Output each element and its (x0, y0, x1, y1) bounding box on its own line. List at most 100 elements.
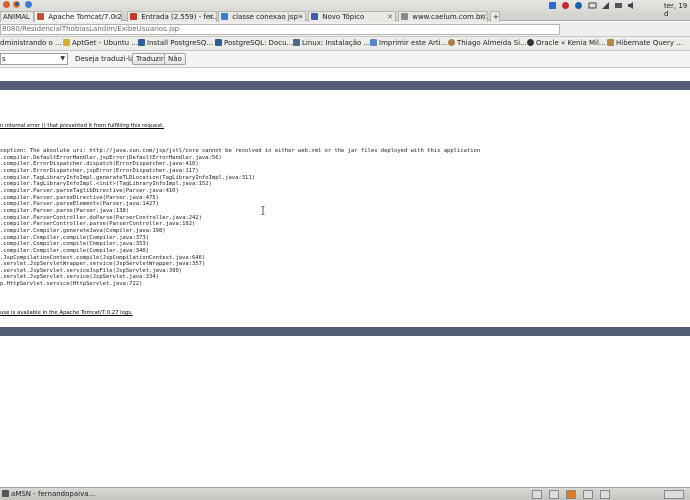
gmail-icon (130, 13, 137, 20)
tomcat-icon (37, 13, 44, 20)
bookmark-label: AptGet - Ubuntu ... (72, 39, 138, 47)
stack-trace-line: .compiler.DefaultErrorHandler.jspError(D… (0, 154, 222, 161)
text-cursor-icon (261, 206, 265, 215)
bookmark-label: PostgreSQL: Docu... (224, 39, 294, 47)
page-icon (401, 13, 408, 20)
postgres-icon (215, 39, 222, 46)
firefox-icon[interactable] (12, 0, 21, 11)
stack-trace-line: .compiler.Compiler.generateJava(Compiler… (0, 227, 166, 234)
mail-icon[interactable] (588, 1, 597, 12)
bookmark-item[interactable]: Thiago Almeida Si... (448, 39, 527, 48)
footer-band (0, 327, 690, 336)
volume-icon[interactable] (627, 1, 636, 12)
url-field[interactable]: 8080/ResidencialThobiasLandim/ExibeUsuar… (0, 24, 560, 35)
stack-trace-line: .compiler.Compiler.compile(Compiler.java… (0, 234, 150, 241)
stack-trace-line: .compiler.Parser.parse(Parser.java:138) (0, 207, 130, 214)
bookmark-item[interactable]: PostgreSQL: Docu... (215, 39, 293, 48)
stack-trace-line: .compiler.ErrorDispatcher.jspError(Error… (0, 167, 199, 174)
show-desktop-icon[interactable] (532, 490, 542, 499)
taskbar-item[interactable]: aMSN - fernandopaiva... (2, 490, 95, 500)
bookmark-label: Oracle « Kenia Mil... (536, 39, 606, 47)
firefox-taskbar-icon[interactable] (566, 490, 576, 499)
close-tab-icon[interactable]: ✕ (479, 13, 485, 21)
stack-trace-line: .compiler.Parser.parseTaglibDirective(Pa… (0, 187, 179, 194)
stack-trace-line: .JspCompilationContext.compile(JspCompil… (0, 254, 206, 261)
translate-button[interactable]: Traduzir (132, 53, 168, 65)
bookmark-item[interactable]: Hibernate Query ... (607, 39, 683, 48)
translate-bar: s ▼ Deseja traduzi-la? Traduzir Não (0, 51, 690, 68)
stack-trace-line: ception: The absolute uri: http://java.s… (0, 148, 481, 154)
stack-trace-line: .compiler.Parser.parseElements(Parser.ja… (0, 201, 159, 208)
bookmark-label: Imprimir este Arti... (379, 39, 448, 47)
root-cause-note: use is available in the Apache Tomcat/7.… (0, 310, 133, 316)
bookmarks-bar: dministrando o ... AptGet - Ubuntu ... I… (0, 37, 690, 51)
stack-trace-line: .servlet.JspServlet.service(JspServlet.j… (0, 274, 159, 281)
bookmark-label: Linux: Instalação ... (302, 39, 371, 47)
bookmark-item[interactable]: Install PostgreSQ... (138, 39, 213, 48)
hibernate-icon (607, 39, 614, 46)
tab-label: www.caelum.com.br/... (412, 13, 488, 21)
exception-trace: ception: The absolute uri: http://java.s… (0, 148, 480, 288)
tab-label: Apache Tomcat/7.0.2... (48, 13, 122, 21)
taskbar: aMSN - fernandopaiva... (0, 487, 690, 500)
bookmark-item[interactable]: AptGet - Ubuntu ... (63, 39, 138, 48)
window-icon[interactable] (600, 490, 610, 499)
app-menu-icon[interactable] (2, 0, 11, 11)
bookmark-label: Install PostgreSQ... (147, 39, 214, 47)
stack-trace-line: .compiler.Compiler.compile(Compiler.java… (0, 241, 150, 248)
network-icon[interactable] (601, 1, 610, 12)
stop-icon[interactable] (561, 1, 570, 12)
stack-trace-line: .servlet.JspServletWrapper.service(JspSe… (0, 261, 206, 268)
taskbar-item-label: aMSN - fernandopaiva... (11, 490, 96, 498)
no-button[interactable]: Não (164, 53, 186, 65)
page-icon (311, 13, 318, 20)
avatar-icon (448, 39, 455, 46)
translate-question: Deseja traduzi-la? (75, 55, 138, 63)
bookmark-item[interactable]: Linux: Instalação ... (293, 39, 370, 48)
language-select[interactable]: s ▼ (0, 53, 68, 65)
hp-icon[interactable] (574, 1, 583, 12)
bookmark-item[interactable]: dministrando o ... (0, 39, 62, 48)
header-band (0, 81, 690, 90)
clock[interactable]: ter, 19 d (664, 2, 690, 18)
stack-trace-line: .servlet.JspServlet.serviceJspFile(JspSe… (0, 267, 183, 274)
bookmark-label: dministrando o ... (0, 39, 62, 47)
stack-trace-line: .compiler.TagLibraryInfoImpl.generateTLD… (0, 174, 255, 181)
window-icon[interactable] (549, 490, 559, 499)
page-icon (221, 13, 228, 20)
battery-icon[interactable] (614, 1, 624, 12)
stack-trace-line: .compiler.TagLibraryInfoImpl.<init>(TagL… (0, 181, 212, 188)
window-icon[interactable] (583, 490, 593, 499)
stack-trace-line: .compiler.ParserController.doParse(Parse… (0, 214, 202, 221)
amsn-icon (2, 490, 9, 497)
dropbox-icon[interactable] (548, 1, 557, 12)
tab-novo-topico[interactable]: Novo Tópico ✕ (308, 11, 396, 22)
tab-classe-conexao[interactable]: classe conexao jsp - P... ✕ (218, 11, 306, 22)
page-icon (370, 39, 377, 46)
close-tab-icon[interactable]: ✕ (208, 13, 214, 21)
close-tab-icon[interactable]: ✕ (387, 13, 393, 21)
new-tab-button[interactable]: + (490, 11, 500, 22)
aptget-icon (63, 39, 70, 46)
stack-trace-line: .compiler.Parser.parseDirective(Parser.j… (0, 194, 159, 201)
bookmark-label: Thiago Almeida Si... (457, 39, 527, 47)
navigation-bar: 8080/ResidencialThobiasLandim/ExibeUsuar… (0, 22, 690, 37)
stack-trace-line: .compiler.Compiler.compile(Compiler.java… (0, 247, 150, 254)
tab-apache-tomcat[interactable]: Apache Tomcat/7.0.2... ✕ (34, 11, 122, 22)
help-icon[interactable] (24, 0, 33, 11)
language-value: s (2, 55, 6, 63)
close-tab-icon[interactable]: ✕ (297, 13, 303, 21)
tab-gmail[interactable]: Entrada (2.559) - fer... ✕ (127, 11, 217, 22)
tab-label: classe conexao jsp - P... (232, 13, 305, 21)
error-message: n internal error () that prevented it fr… (0, 123, 164, 129)
postgres-icon (138, 39, 145, 46)
bookmark-item[interactable]: Imprimir este Arti... (370, 39, 447, 48)
tab-animal[interactable]: ANIMAL (0, 11, 34, 22)
close-tab-icon[interactable]: ✕ (113, 13, 119, 21)
tab-bar: ANIMAL Apache Tomcat/7.0.2... ✕ Entrada … (0, 0, 690, 22)
tab-label: Entrada (2.559) - fer... (141, 13, 217, 21)
tab-caelum[interactable]: www.caelum.com.br/... ✕ (398, 11, 488, 22)
trash-icon[interactable] (664, 490, 684, 499)
bookmark-item[interactable]: Oracle « Kenia Mil... (527, 39, 606, 48)
tab-label: ANIMAL (3, 13, 30, 21)
